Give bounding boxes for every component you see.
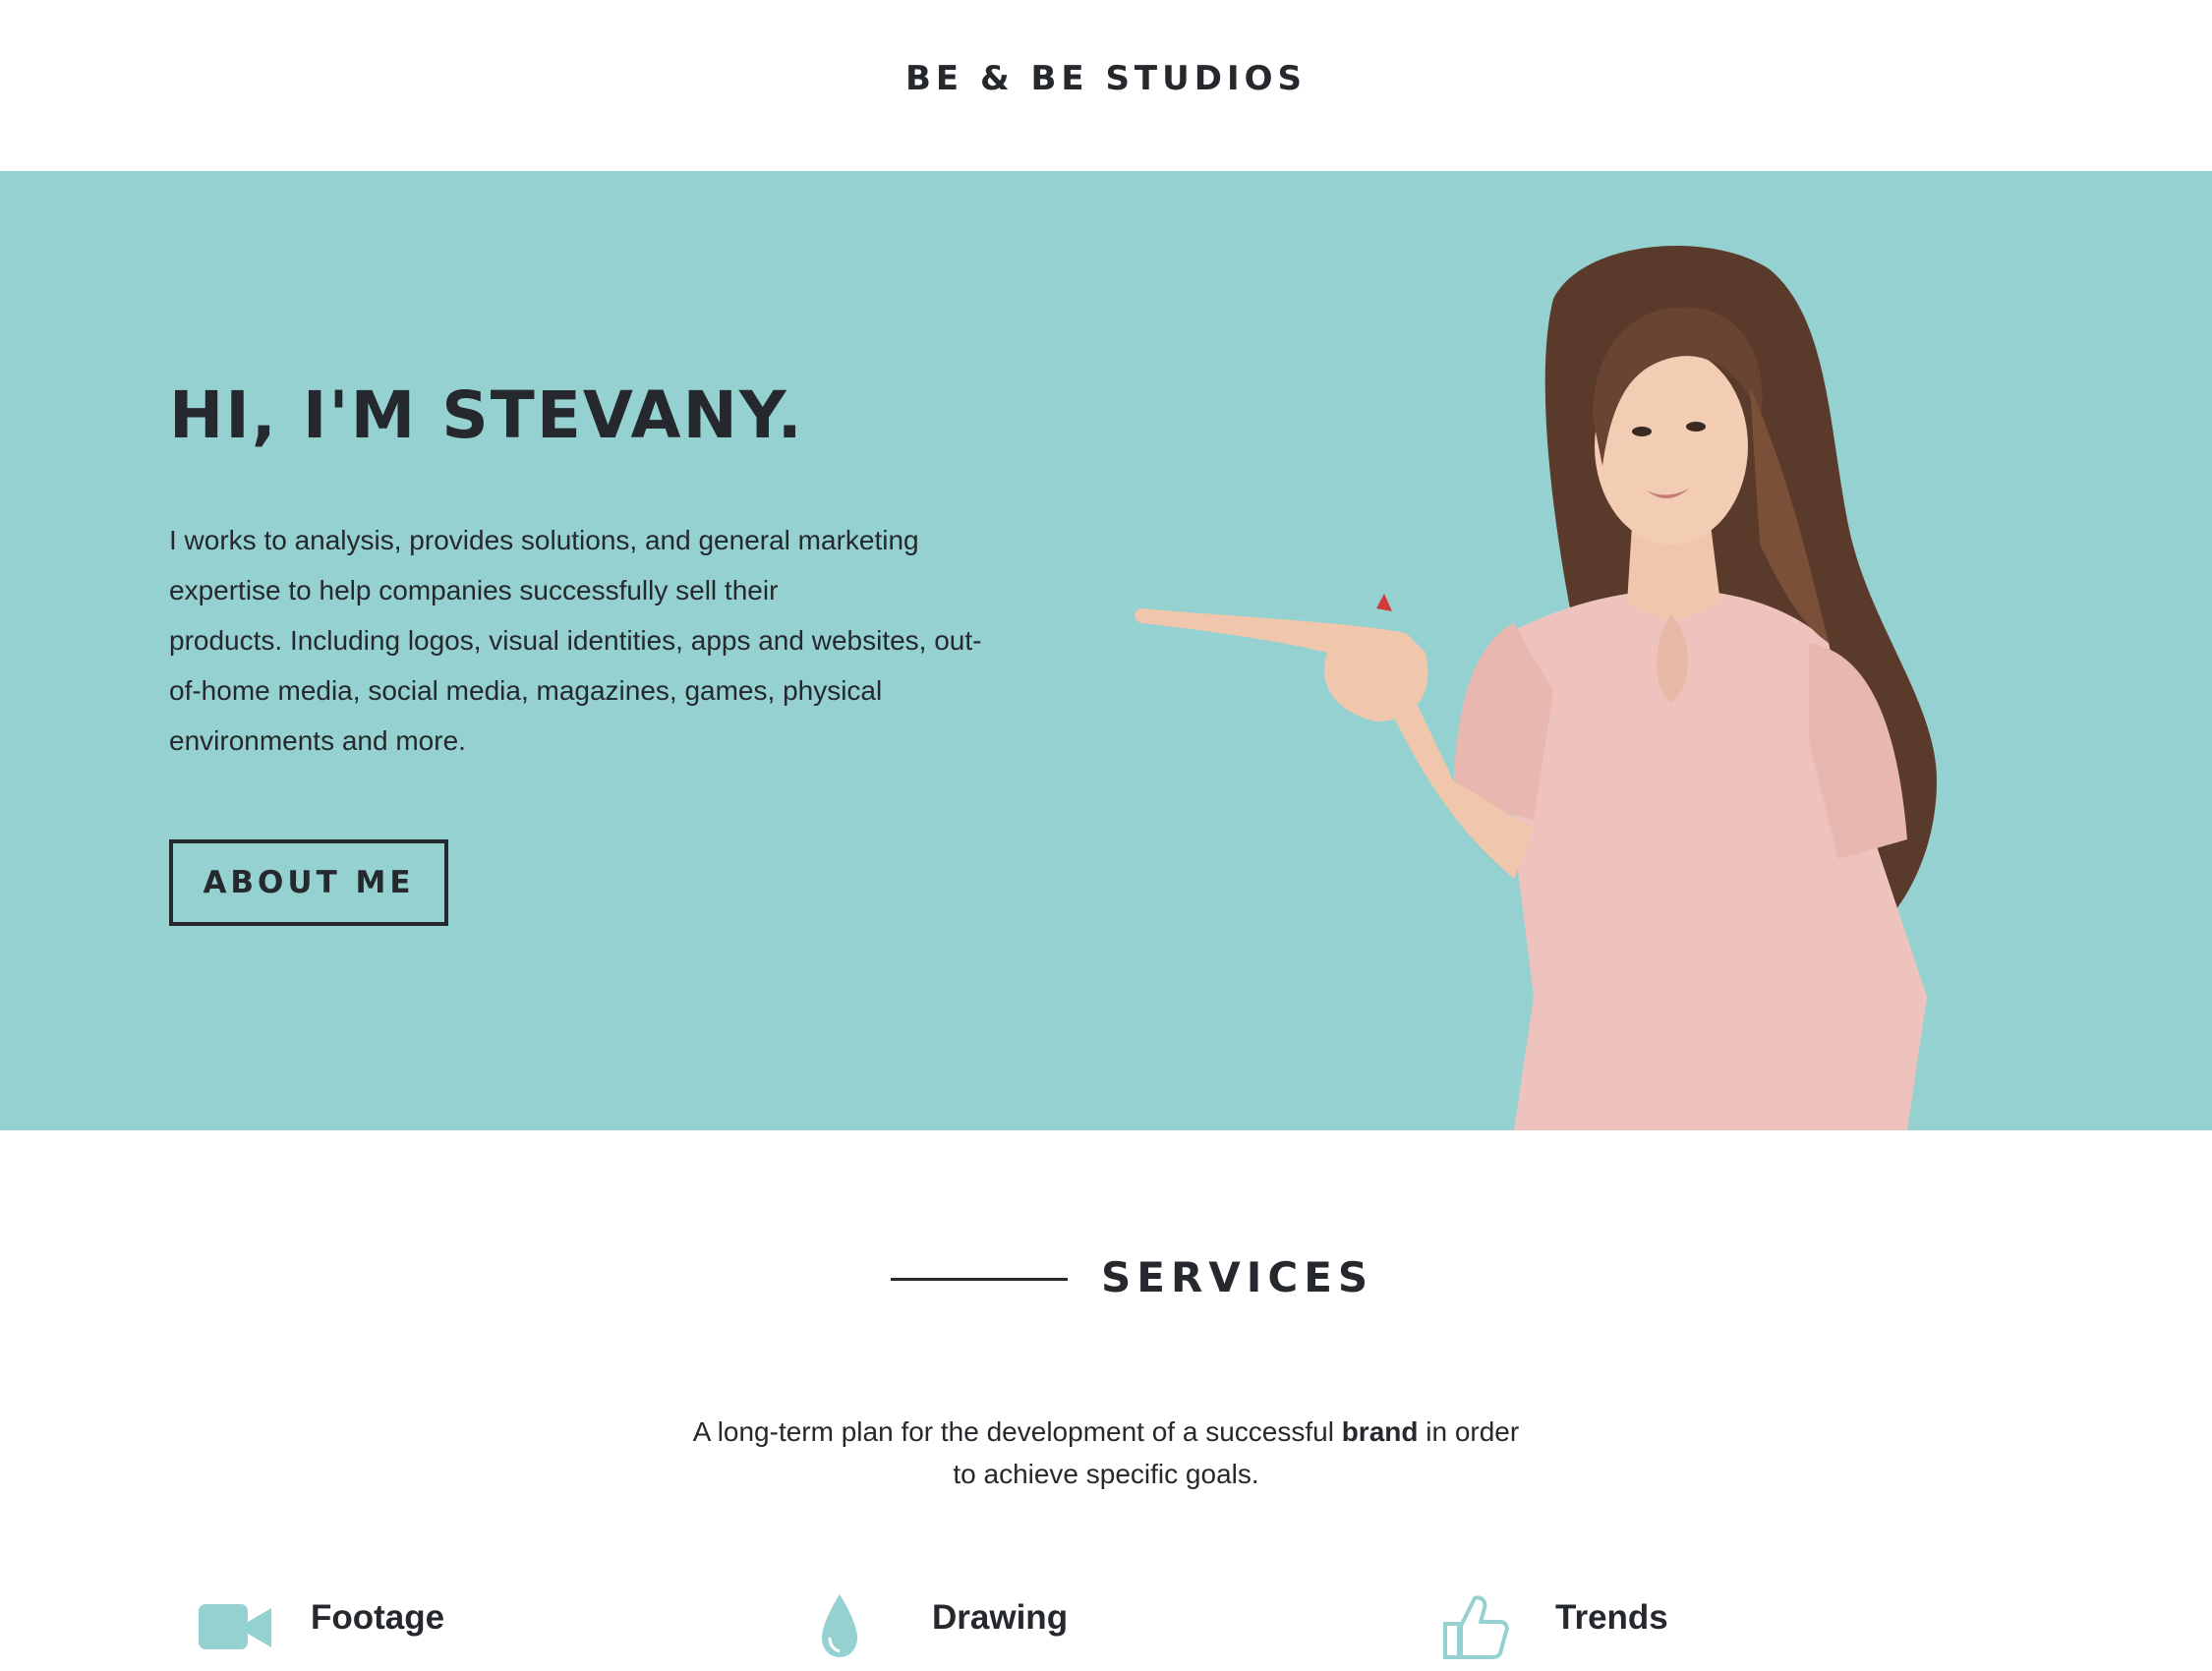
hero-section: HI, I'M STEVANY. I works to analysis, pr…: [0, 171, 2212, 1130]
service-label: Drawing: [932, 1598, 1069, 1637]
brand-logo-text[interactable]: BE & BE STUDIOS: [0, 59, 2212, 98]
service-item-footage[interactable]: Footage: [197, 1592, 688, 1661]
water-drop-icon: [822, 1594, 857, 1657]
site-header: BE & BE STUDIOS: [0, 0, 2212, 171]
video-camera-icon: [199, 1604, 271, 1649]
service-label: Trends: [1555, 1598, 1668, 1637]
hero-description-line: I works to analysis, provides solutions,…: [169, 525, 919, 555]
service-item-trends[interactable]: Trends: [1441, 1592, 1933, 1661]
hero-description-line: products. Including logos, visual identi…: [169, 625, 982, 656]
services-intro: A long-term plan for the development of …: [0, 1411, 2212, 1495]
hero-description-line: environments and more.: [169, 725, 466, 756]
thumbs-up-icon: [1443, 1595, 1509, 1659]
services-divider-line: [891, 1278, 1068, 1281]
services-intro-line-1: A long-term plan for the development of …: [692, 1416, 1520, 1447]
about-me-button[interactable]: ABOUT ME: [169, 839, 448, 926]
services-intro-line-2: to achieve specific goals.: [953, 1459, 1259, 1489]
hero-title: HI, I'M STEVANY.: [169, 377, 804, 453]
services-heading: SERVICES: [0, 1248, 2212, 1307]
hero-portrait-image: [1135, 246, 1937, 1130]
brand-emphasis: brand: [1341, 1416, 1419, 1447]
service-label: Footage: [311, 1598, 445, 1637]
service-item-drawing[interactable]: Drawing: [818, 1592, 1310, 1661]
hero-description-line: of-home media, social media, magazines, …: [169, 675, 883, 706]
services-title: SERVICES: [1101, 1253, 1374, 1301]
hero-description-line: expertise to help companies successfully…: [169, 575, 779, 605]
hero-description: I works to analysis, provides solutions,…: [169, 515, 1034, 766]
